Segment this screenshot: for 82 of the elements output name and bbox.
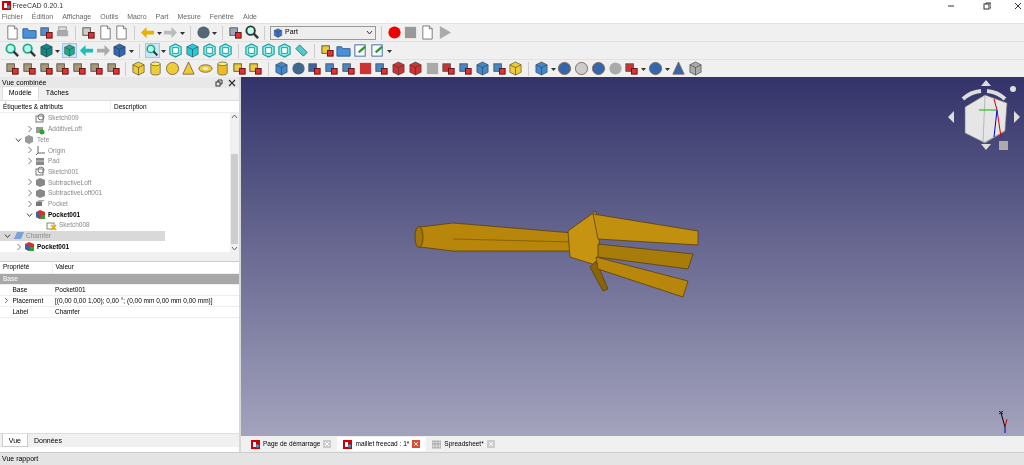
3d-viewport[interactable]: [241, 77, 1024, 436]
tool-icon[interactable]: [72, 61, 87, 76]
cube-icon[interactable]: [184, 43, 200, 58]
cube-icon[interactable]: [273, 27, 283, 38]
collapse-icon[interactable]: [4, 231, 11, 240]
expand-icon[interactable]: [3, 297, 9, 304]
chevron-down-icon[interactable]: [366, 29, 373, 36]
tool-icon[interactable]: [105, 61, 121, 76]
solid-icon: [35, 209, 46, 221]
solid-icon: [35, 176, 46, 188]
cube-icon[interactable]: [474, 61, 490, 76]
tool-icon[interactable]: [491, 61, 507, 76]
tool-icon[interactable]: [231, 61, 247, 76]
cube-icon[interactable]: [273, 61, 289, 76]
scroll-down-icon[interactable]: [230, 244, 239, 252]
cube-icon[interactable]: [112, 43, 128, 58]
cube-icon[interactable]: [688, 61, 703, 76]
app-logo-icon: [251, 439, 260, 449]
cube-icon[interactable]: [131, 61, 146, 76]
sphere-icon[interactable]: [647, 61, 663, 76]
tool-icon[interactable]: [441, 61, 457, 76]
cube-icon[interactable]: [391, 61, 406, 76]
collapse-icon[interactable]: [15, 135, 22, 144]
axis-indicator-drawing: [998, 410, 1008, 434]
tool-icon[interactable]: [38, 25, 54, 40]
float-icon[interactable]: [215, 78, 223, 87]
scroll-up-icon[interactable]: [230, 113, 239, 121]
collapse-icon[interactable]: [26, 210, 33, 219]
tool-icon[interactable]: [55, 61, 71, 76]
tool-icon[interactable]: [307, 61, 323, 76]
tool-icon[interactable]: [88, 61, 104, 76]
scrollbar[interactable]: [230, 113, 239, 252]
body-icon: [24, 134, 35, 146]
circle-icon[interactable]: [386, 25, 402, 40]
magnifier-icon[interactable]: [244, 25, 260, 40]
tool-icon[interactable]: [319, 43, 335, 58]
cube-icon[interactable]: [508, 61, 524, 76]
tool-icon[interactable]: [340, 61, 356, 76]
spreadsheet-icon: [432, 439, 442, 449]
wireframe-cube-icon[interactable]: [277, 43, 293, 58]
link-icon[interactable]: [369, 43, 385, 58]
tool-icon[interactable]: [21, 61, 37, 76]
sketch-icon: [35, 166, 46, 178]
tool-icon[interactable]: [80, 25, 96, 40]
solid-icon: [35, 187, 46, 199]
cube-icon[interactable]: [407, 61, 423, 76]
splitter-handle[interactable]: [0, 252, 239, 261]
cube-icon[interactable]: [38, 43, 54, 58]
app-logo-icon: [343, 439, 353, 449]
circle-icon[interactable]: [290, 61, 306, 76]
restore-icon[interactable]: [982, 1, 991, 10]
close-icon[interactable]: [1014, 1, 1023, 10]
chamfer-icon: [13, 230, 24, 242]
tool-icon[interactable]: [624, 61, 640, 76]
tool-icon[interactable]: [227, 25, 243, 40]
tool-icon[interactable]: [458, 61, 473, 76]
tool-icon[interactable]: [248, 61, 264, 76]
model-drawing[interactable]: [414, 210, 699, 298]
magnifier-icon[interactable]: [21, 43, 37, 58]
axes-icon: [35, 144, 46, 156]
sketch-icon: [35, 112, 46, 124]
cube-icon[interactable]: [533, 61, 549, 76]
tool-icon[interactable]: [374, 61, 390, 76]
solid-icon: [35, 155, 46, 167]
scrollbar-thumb[interactable]: [231, 154, 238, 244]
sketch-icon: [46, 219, 57, 231]
sphere-icon[interactable]: [557, 61, 573, 76]
torus-icon[interactable]: [198, 61, 213, 76]
solid-icon: [24, 241, 35, 253]
document-icon[interactable]: [420, 25, 435, 40]
close-icon[interactable]: [228, 78, 236, 87]
sphere-icon[interactable]: [574, 61, 589, 76]
tool-icon[interactable]: [5, 61, 20, 76]
tool-icon[interactable]: [38, 61, 54, 76]
sphere-icon[interactable]: [590, 61, 606, 76]
navigation-cube-drawing[interactable]: [948, 80, 1020, 150]
magnifier-icon[interactable]: [144, 43, 160, 58]
tool-icon[interactable]: [324, 61, 339, 76]
magnifier-icon[interactable]: [5, 43, 20, 58]
circle-icon[interactable]: [195, 25, 211, 40]
square-icon[interactable]: [357, 61, 373, 76]
link-icon[interactable]: [353, 43, 368, 58]
